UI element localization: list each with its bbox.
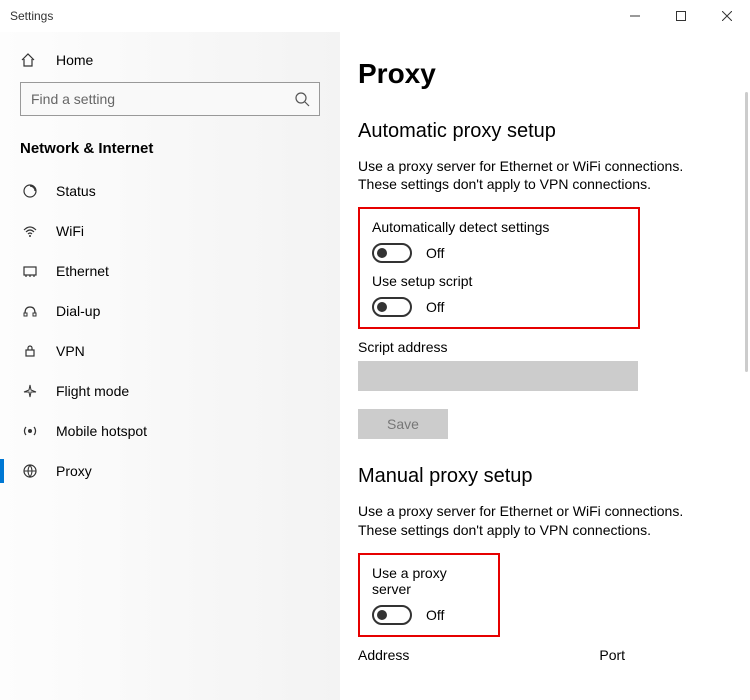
sidebar-item-proxy[interactable]: Proxy	[0, 451, 340, 491]
sidebar-item-label: VPN	[56, 343, 85, 359]
manual-highlight: Use a proxy server Off	[358, 553, 500, 637]
auto-detect-toggle[interactable]	[372, 243, 412, 263]
search-icon	[294, 82, 310, 116]
sidebar-item-label: Flight mode	[56, 383, 129, 399]
sidebar-item-ethernet[interactable]: Ethernet	[0, 251, 340, 291]
ethernet-icon	[20, 263, 40, 279]
port-label: Port	[599, 647, 625, 663]
maximize-button[interactable]	[658, 0, 704, 32]
sidebar-item-label: Dial-up	[56, 303, 100, 319]
content-area: Proxy Automatic proxy setup Use a proxy …	[340, 32, 750, 700]
sidebar-item-label: Ethernet	[56, 263, 109, 279]
status-icon	[20, 183, 40, 199]
wifi-icon	[20, 223, 40, 239]
auto-detect-state: Off	[426, 245, 444, 261]
sidebar-item-dialup[interactable]: Dial-up	[0, 291, 340, 331]
sidebar-item-wifi[interactable]: WiFi	[0, 211, 340, 251]
search-input[interactable]	[20, 82, 320, 116]
auto-desc: Use a proxy server for Ethernet or WiFi …	[358, 157, 710, 193]
home-icon	[20, 52, 40, 68]
auto-detect-label: Automatically detect settings	[372, 219, 626, 235]
setup-script-toggle[interactable]	[372, 297, 412, 317]
sidebar-item-flightmode[interactable]: Flight mode	[0, 371, 340, 411]
setup-script-state: Off	[426, 299, 444, 315]
close-button[interactable]	[704, 0, 750, 32]
caption-buttons	[612, 0, 750, 32]
vpn-icon	[20, 343, 40, 359]
scrollbar[interactable]	[745, 92, 748, 372]
minimize-button[interactable]	[612, 0, 658, 32]
proxy-icon	[20, 463, 40, 479]
sidebar-home-label: Home	[56, 52, 93, 68]
search-field[interactable]	[20, 82, 320, 116]
sidebar-item-hotspot[interactable]: Mobile hotspot	[0, 411, 340, 451]
use-proxy-toggle[interactable]	[372, 605, 412, 625]
sidebar: Home Network & Internet Status WiFi	[0, 32, 340, 700]
airplane-icon	[20, 383, 40, 399]
use-proxy-state: Off	[426, 607, 444, 623]
address-label: Address	[358, 647, 409, 663]
manual-desc: Use a proxy server for Ethernet or WiFi …	[358, 502, 710, 538]
save-button[interactable]: Save	[358, 409, 448, 439]
manual-field-headers: Address Port	[358, 647, 750, 663]
dialup-icon	[20, 303, 40, 319]
auto-highlight: Automatically detect settings Off Use se…	[358, 207, 640, 329]
script-address-input[interactable]	[358, 361, 638, 391]
sidebar-item-label: Status	[56, 183, 96, 199]
page-title: Proxy	[358, 58, 750, 90]
sidebar-home[interactable]: Home	[0, 42, 340, 80]
sidebar-item-status[interactable]: Status	[0, 171, 340, 211]
sidebar-section: Network & Internet	[0, 130, 340, 171]
auto-heading: Automatic proxy setup	[358, 120, 750, 143]
sidebar-item-label: Mobile hotspot	[56, 423, 147, 439]
window-title: Settings	[10, 9, 53, 23]
hotspot-icon	[20, 423, 40, 439]
sidebar-item-vpn[interactable]: VPN	[0, 331, 340, 371]
script-address-label: Script address	[358, 339, 750, 355]
manual-heading: Manual proxy setup	[358, 465, 750, 488]
use-proxy-label: Use a proxy server	[372, 565, 486, 597]
sidebar-item-label: WiFi	[56, 223, 84, 239]
sidebar-item-label: Proxy	[56, 463, 92, 479]
title-bar: Settings	[0, 0, 750, 32]
setup-script-label: Use setup script	[372, 273, 626, 289]
